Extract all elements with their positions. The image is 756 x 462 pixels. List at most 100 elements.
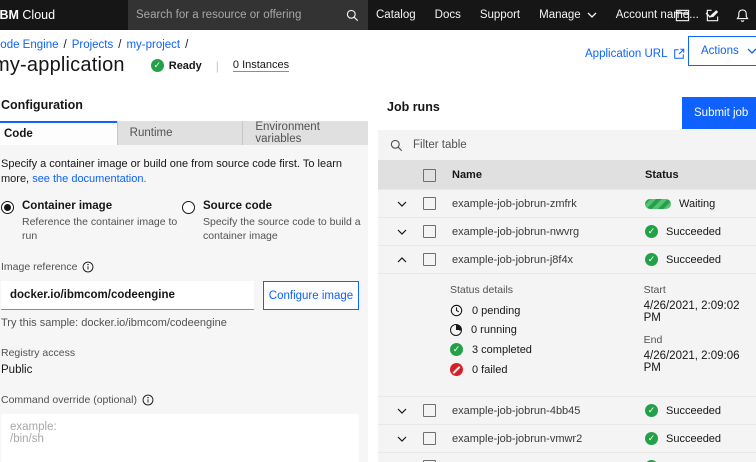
- documentation-link[interactable]: see the documentation.: [32, 173, 146, 185]
- table-row[interactable]: example-job-jobrun-zmfrk ✓ Waiting: [378, 189, 756, 217]
- nav-support[interactable]: Support: [480, 9, 520, 21]
- column-header-name: Name: [452, 169, 482, 181]
- header-icon-group: [675, 0, 750, 30]
- nav-manage[interactable]: Manage: [539, 9, 597, 21]
- expand-chevron-icon[interactable]: [388, 436, 416, 442]
- nav-docs[interactable]: Docs: [435, 9, 461, 21]
- tab-code[interactable]: Code: [0, 121, 117, 145]
- radio-source-code-label: Source code: [203, 199, 273, 212]
- submit-job-button[interactable]: Submit job: [682, 97, 756, 129]
- clock-icon: [450, 304, 463, 317]
- jobrun-status: ✓ Succeeded: [645, 432, 756, 445]
- breadcrumb-code-engine[interactable]: Code Engine: [0, 39, 59, 51]
- row-checkbox[interactable]: [423, 197, 436, 210]
- start-label: Start: [643, 284, 666, 296]
- status-label: Waiting: [679, 197, 716, 210]
- tab-environment-variables[interactable]: Environment variables: [242, 121, 368, 145]
- viewport: IBM Cloud Catalog Docs Support Manage Ac…: [0, 0, 756, 462]
- check-icon: ✓: [450, 343, 463, 356]
- image-reference-row: Configure image: [1, 281, 359, 311]
- jobrun-rows: example-job-jobrun-zmfrk ✓ Waiting examp…: [378, 189, 756, 462]
- jobrun-details: Status details 0 pending 0 running ✓ 3 c…: [378, 273, 756, 396]
- radio-selected-icon: [1, 200, 14, 214]
- image-source-radio-group: Container image Reference the container …: [1, 200, 361, 243]
- row-checkbox[interactable]: [423, 404, 436, 417]
- table-row[interactable]: example-job-jobrun-95tnx ✓ Succeeded: [378, 452, 756, 462]
- status-label: Succeeded: [666, 225, 722, 238]
- actions-button[interactable]: Actions: [688, 36, 756, 66]
- row-checkbox[interactable]: [423, 253, 436, 266]
- expand-chevron-icon[interactable]: [388, 229, 416, 235]
- jobrun-status: ✓ Waiting: [645, 198, 756, 210]
- application-url-link[interactable]: Application URL: [585, 48, 685, 60]
- command-override-label: Command override (optional): [1, 394, 359, 406]
- jobrun-name: example-job-jobrun-nwvrg: [452, 225, 580, 238]
- breadcrumb-my-project[interactable]: my-project: [126, 39, 180, 51]
- notification-bell-icon[interactable]: [735, 8, 750, 23]
- radio-container-image[interactable]: Container image Reference the container …: [1, 200, 182, 243]
- radio-container-image-desc: Reference the container image to run: [22, 215, 178, 242]
- info-icon[interactable]: [142, 394, 154, 406]
- table-row[interactable]: example-job-jobrun-vmwr2 ✓ Succeeded: [378, 424, 756, 452]
- radio-source-code-desc: Specify the source code to build a conta…: [203, 215, 361, 242]
- failed-icon: [450, 363, 463, 376]
- panel-gap: [368, 88, 378, 462]
- jobrun-name: example-job-jobrun-4bb45: [452, 404, 581, 417]
- configuration-panel: Configuration Code Runtime Environment v…: [0, 88, 368, 462]
- select-all-checkbox[interactable]: [423, 168, 436, 182]
- expand-chevron-icon[interactable]: [388, 408, 416, 414]
- command-override-textarea[interactable]: [1, 414, 359, 462]
- table-header-row: Name Status: [378, 161, 756, 189]
- job-runs-panel: Job runs Submit job Name Status: [378, 88, 756, 462]
- edit-icon[interactable]: [705, 8, 720, 23]
- divider: |: [215, 58, 219, 73]
- row-checkbox[interactable]: [423, 432, 436, 445]
- expand-chevron-icon[interactable]: [388, 256, 416, 263]
- status-details-heading: Status details: [450, 284, 514, 296]
- instances-link[interactable]: 0 Instances: [232, 59, 290, 72]
- radio-container-image-label: Container image: [22, 199, 113, 212]
- sample-hint: Try this sample: docker.io/ibmcom/codeen…: [1, 317, 227, 330]
- jobrun-status: ✓ Succeeded: [645, 253, 756, 266]
- configure-image-button[interactable]: Configure image: [263, 281, 359, 311]
- tab-runtime[interactable]: Runtime: [116, 121, 243, 145]
- nav-catalog[interactable]: Catalog: [376, 9, 416, 21]
- status-badge: ✓ Ready: [150, 59, 202, 72]
- table-row[interactable]: example-job-jobrun-j8f4x ✓ Succeeded: [378, 245, 756, 273]
- status-label: Succeeded: [666, 432, 722, 445]
- expand-chevron-icon[interactable]: [388, 201, 416, 207]
- chevron-down-icon: [587, 12, 597, 18]
- page-title: my-application: [0, 54, 125, 76]
- ibm-cloud-header: IBM Cloud Catalog Docs Support Manage Ac…: [0, 0, 756, 30]
- jobrun-status: ✓ Succeeded: [645, 225, 756, 238]
- table-row[interactable]: example-job-jobrun-nwvrg ✓ Succeeded: [378, 217, 756, 245]
- registry-access-value: Public: [1, 364, 33, 377]
- column-header-status: Status: [645, 169, 679, 181]
- radio-source-code[interactable]: Source code Specify the source code to b…: [182, 200, 363, 243]
- check-circle-icon: ✓: [645, 253, 658, 266]
- image-reference-input[interactable]: [1, 281, 254, 311]
- jobrun-name: example-job-jobrun-vmwr2: [452, 432, 583, 445]
- check-circle-icon: ✓: [645, 404, 658, 417]
- configuration-heading: Configuration: [0, 88, 368, 121]
- count-label: 0 pending: [472, 304, 521, 317]
- table-row[interactable]: example-job-jobrun-4bb45 ✓ Succeeded: [378, 396, 756, 424]
- window-icon[interactable]: [675, 8, 690, 23]
- code-tab-panel: Specify a container image or build one f…: [0, 145, 368, 462]
- jobrun-status: ✓ Succeeded: [645, 404, 756, 417]
- header-nav: Catalog Docs Support Manage Account name…: [376, 0, 715, 30]
- brand-logo[interactable]: IBM Cloud: [0, 0, 55, 30]
- chevron-down-icon: [747, 48, 756, 54]
- global-search-input[interactable]: [128, 9, 346, 21]
- search-icon: [346, 9, 359, 22]
- info-icon[interactable]: [82, 261, 94, 273]
- breadcrumb-projects[interactable]: Projects: [72, 39, 114, 51]
- end-label: End: [643, 334, 663, 346]
- table-toolbar: [378, 130, 756, 161]
- title-row: my-application ✓ Ready | 0 Instances: [0, 54, 290, 77]
- row-checkbox[interactable]: [423, 225, 436, 238]
- radio-unselected-icon: [182, 200, 195, 214]
- filter-table-input[interactable]: [413, 139, 756, 151]
- check-circle-icon: ✓: [645, 432, 658, 445]
- configuration-tabs: Code Runtime Environment variables: [0, 121, 368, 145]
